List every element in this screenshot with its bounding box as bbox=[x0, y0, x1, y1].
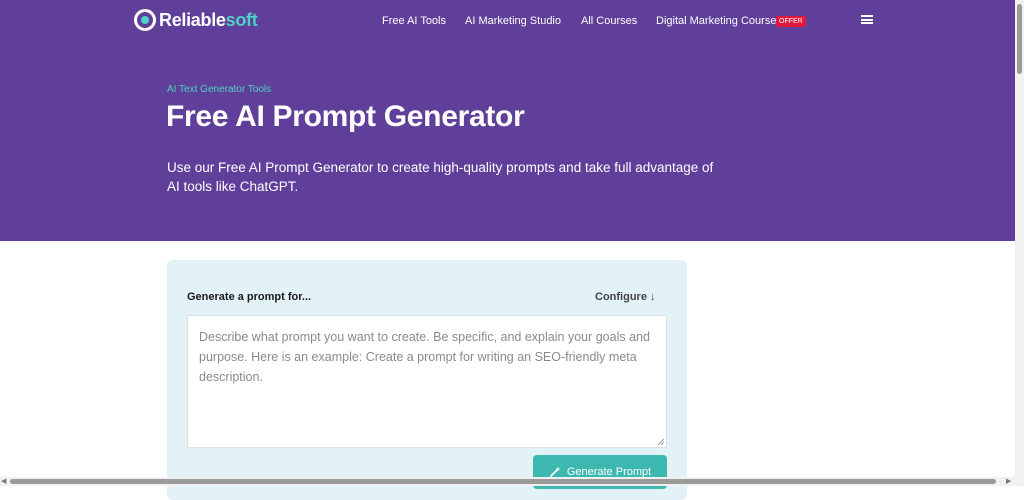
prompt-input[interactable]: Describe what prompt you want to create.… bbox=[187, 315, 667, 448]
prompt-label: Generate a prompt for... bbox=[187, 291, 312, 303]
nav-digital-marketing-course[interactable]: Digital Marketing Course bbox=[656, 15, 776, 27]
site-logo[interactable]: Reliablesoft bbox=[134, 9, 258, 31]
configure-toggle[interactable]: Configure ↓ bbox=[595, 291, 656, 303]
offer-badge: OFFER bbox=[776, 16, 806, 27]
logo-mark-icon bbox=[134, 9, 156, 31]
hero-section: Reliablesoft Free AI Tools AI Marketing … bbox=[0, 0, 1015, 241]
nav-ai-marketing-studio[interactable]: AI Marketing Studio bbox=[465, 15, 561, 27]
nav-free-ai-tools[interactable]: Free AI Tools bbox=[382, 15, 446, 27]
horizontal-scrollbar-thumb[interactable] bbox=[10, 479, 996, 484]
breadcrumb[interactable]: AI Text Generator Tools bbox=[167, 84, 271, 95]
logo-text-accent: soft bbox=[225, 9, 258, 30]
resize-grip-icon[interactable] bbox=[658, 439, 664, 445]
vertical-scrollbar-thumb[interactable] bbox=[1017, 4, 1022, 74]
scroll-left-icon[interactable]: ◀ bbox=[1, 478, 6, 485]
prompt-input-placeholder: Describe what prompt you want to create.… bbox=[199, 330, 650, 384]
page-title: Free AI Prompt Generator bbox=[166, 100, 525, 133]
logo-text-main: Reliable bbox=[159, 9, 226, 30]
page-description: Use our Free AI Prompt Generator to crea… bbox=[167, 160, 714, 194]
logo-text: Reliablesoft bbox=[159, 9, 258, 31]
prompt-generator-card: Generate a prompt for... Configure ↓ Des… bbox=[167, 260, 687, 500]
horizontal-scrollbar[interactable]: ◀ ▶ bbox=[0, 477, 1015, 486]
vertical-scrollbar[interactable] bbox=[1015, 0, 1024, 486]
nav-all-courses[interactable]: All Courses bbox=[581, 15, 637, 27]
scroll-right-icon[interactable]: ▶ bbox=[1006, 478, 1011, 485]
menu-icon[interactable] bbox=[861, 15, 873, 24]
